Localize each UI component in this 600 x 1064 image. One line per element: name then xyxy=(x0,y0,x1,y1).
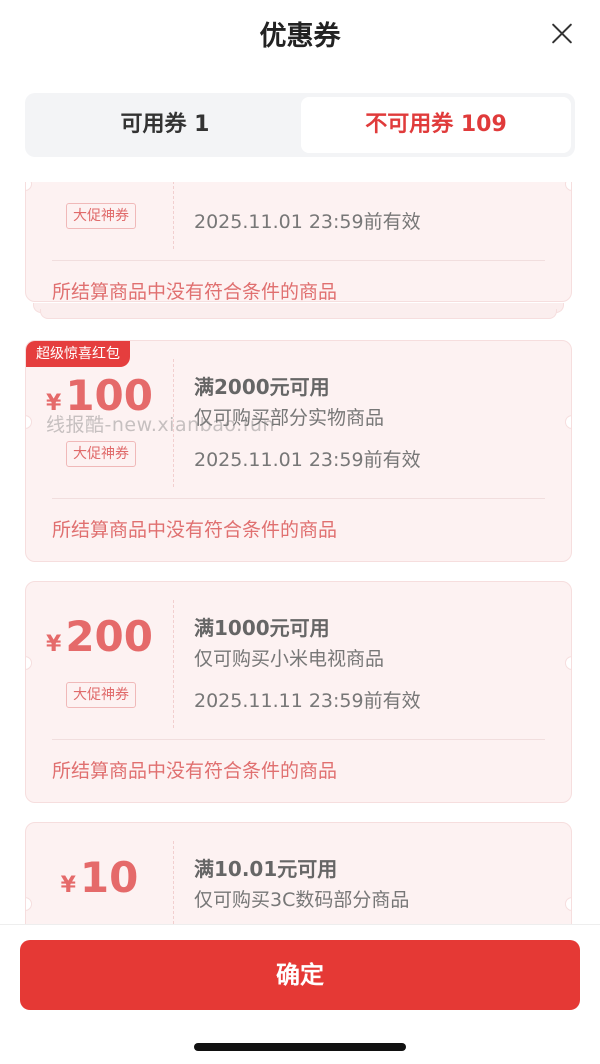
card-notch xyxy=(565,415,571,429)
confirm-button[interactable]: 确定 xyxy=(20,940,580,1010)
coupon-unavailable-reason: 所结算商品中没有符合条件的商品 xyxy=(52,519,338,541)
card-separator xyxy=(52,498,545,499)
page-title: 优惠券 xyxy=(259,21,341,52)
stacked-card-edge xyxy=(40,309,557,319)
coupon-scope: 仅可购买3C数码部分商品 xyxy=(194,889,410,911)
coupon-tabs: 可用券 1 不可用券 109 xyxy=(25,93,575,157)
amount-value: 10 xyxy=(79,853,139,902)
coupon-scope: 仅可购买小米电视商品 xyxy=(194,648,385,670)
coupon-tag: 大促神券 xyxy=(66,203,136,229)
coupon-card[interactable]: 大促神券 2025.11.01 23:59前有效 所结算商品中没有符合条件的商品 xyxy=(25,182,572,302)
card-divider xyxy=(173,841,174,924)
coupon-card[interactable]: ¥200 大促神券 满1000元可用 仅可购买小米电视商品 2025.11.11… xyxy=(25,581,572,803)
card-divider xyxy=(173,182,174,249)
footer: 确定 xyxy=(0,924,600,1064)
coupon-list[interactable]: 大促神券 2025.11.01 23:59前有效 所结算商品中没有符合条件的商品… xyxy=(0,182,600,924)
coupon-expire: 2025.11.01 23:59前有效 xyxy=(194,449,421,471)
coupon-amount: ¥10 xyxy=(26,853,173,902)
coupon-expire: 2025.11.11 23:59前有效 xyxy=(194,690,421,712)
card-notch xyxy=(565,656,571,670)
watermark-text: 线报酷-new.xianbao.fun xyxy=(46,414,275,436)
coupon-condition: 满1000元可用 xyxy=(194,616,330,640)
super-surprise-badge: 超级惊喜红包 xyxy=(26,341,130,367)
card-notch xyxy=(565,182,571,191)
card-separator xyxy=(52,739,545,740)
coupon-expire: 2025.11.01 23:59前有效 xyxy=(194,211,421,233)
coupon-condition: 满2000元可用 xyxy=(194,375,330,399)
coupon-condition: 满10.01元可用 xyxy=(194,857,338,881)
card-notch xyxy=(565,897,571,911)
tab-unavailable[interactable]: 不可用券 109 xyxy=(301,97,571,153)
amount-value: 200 xyxy=(65,612,153,661)
card-notch xyxy=(26,182,32,191)
close-icon[interactable] xyxy=(546,18,578,50)
currency-symbol: ¥ xyxy=(46,632,62,657)
home-indicator xyxy=(194,1043,406,1051)
tab-available[interactable]: 可用券 1 xyxy=(29,97,301,153)
header: 优惠券 xyxy=(0,0,600,70)
currency-symbol: ¥ xyxy=(60,873,76,898)
coupon-card[interactable]: ¥10 满10.01元可用 仅可购买3C数码部分商品 xyxy=(25,822,572,924)
coupon-amount: ¥200 xyxy=(26,612,173,661)
coupon-unavailable-reason: 所结算商品中没有符合条件的商品 xyxy=(52,281,338,302)
card-separator xyxy=(52,260,545,261)
coupon-unavailable-reason: 所结算商品中没有符合条件的商品 xyxy=(52,760,338,782)
coupon-card[interactable]: 超级惊喜红包 ¥100 大促神券 满2000元可用 仅可购买部分实物商品 202… xyxy=(25,340,572,562)
coupon-tag: 大促神券 xyxy=(66,682,136,708)
card-divider xyxy=(173,600,174,728)
coupon-tag: 大促神券 xyxy=(66,441,136,467)
